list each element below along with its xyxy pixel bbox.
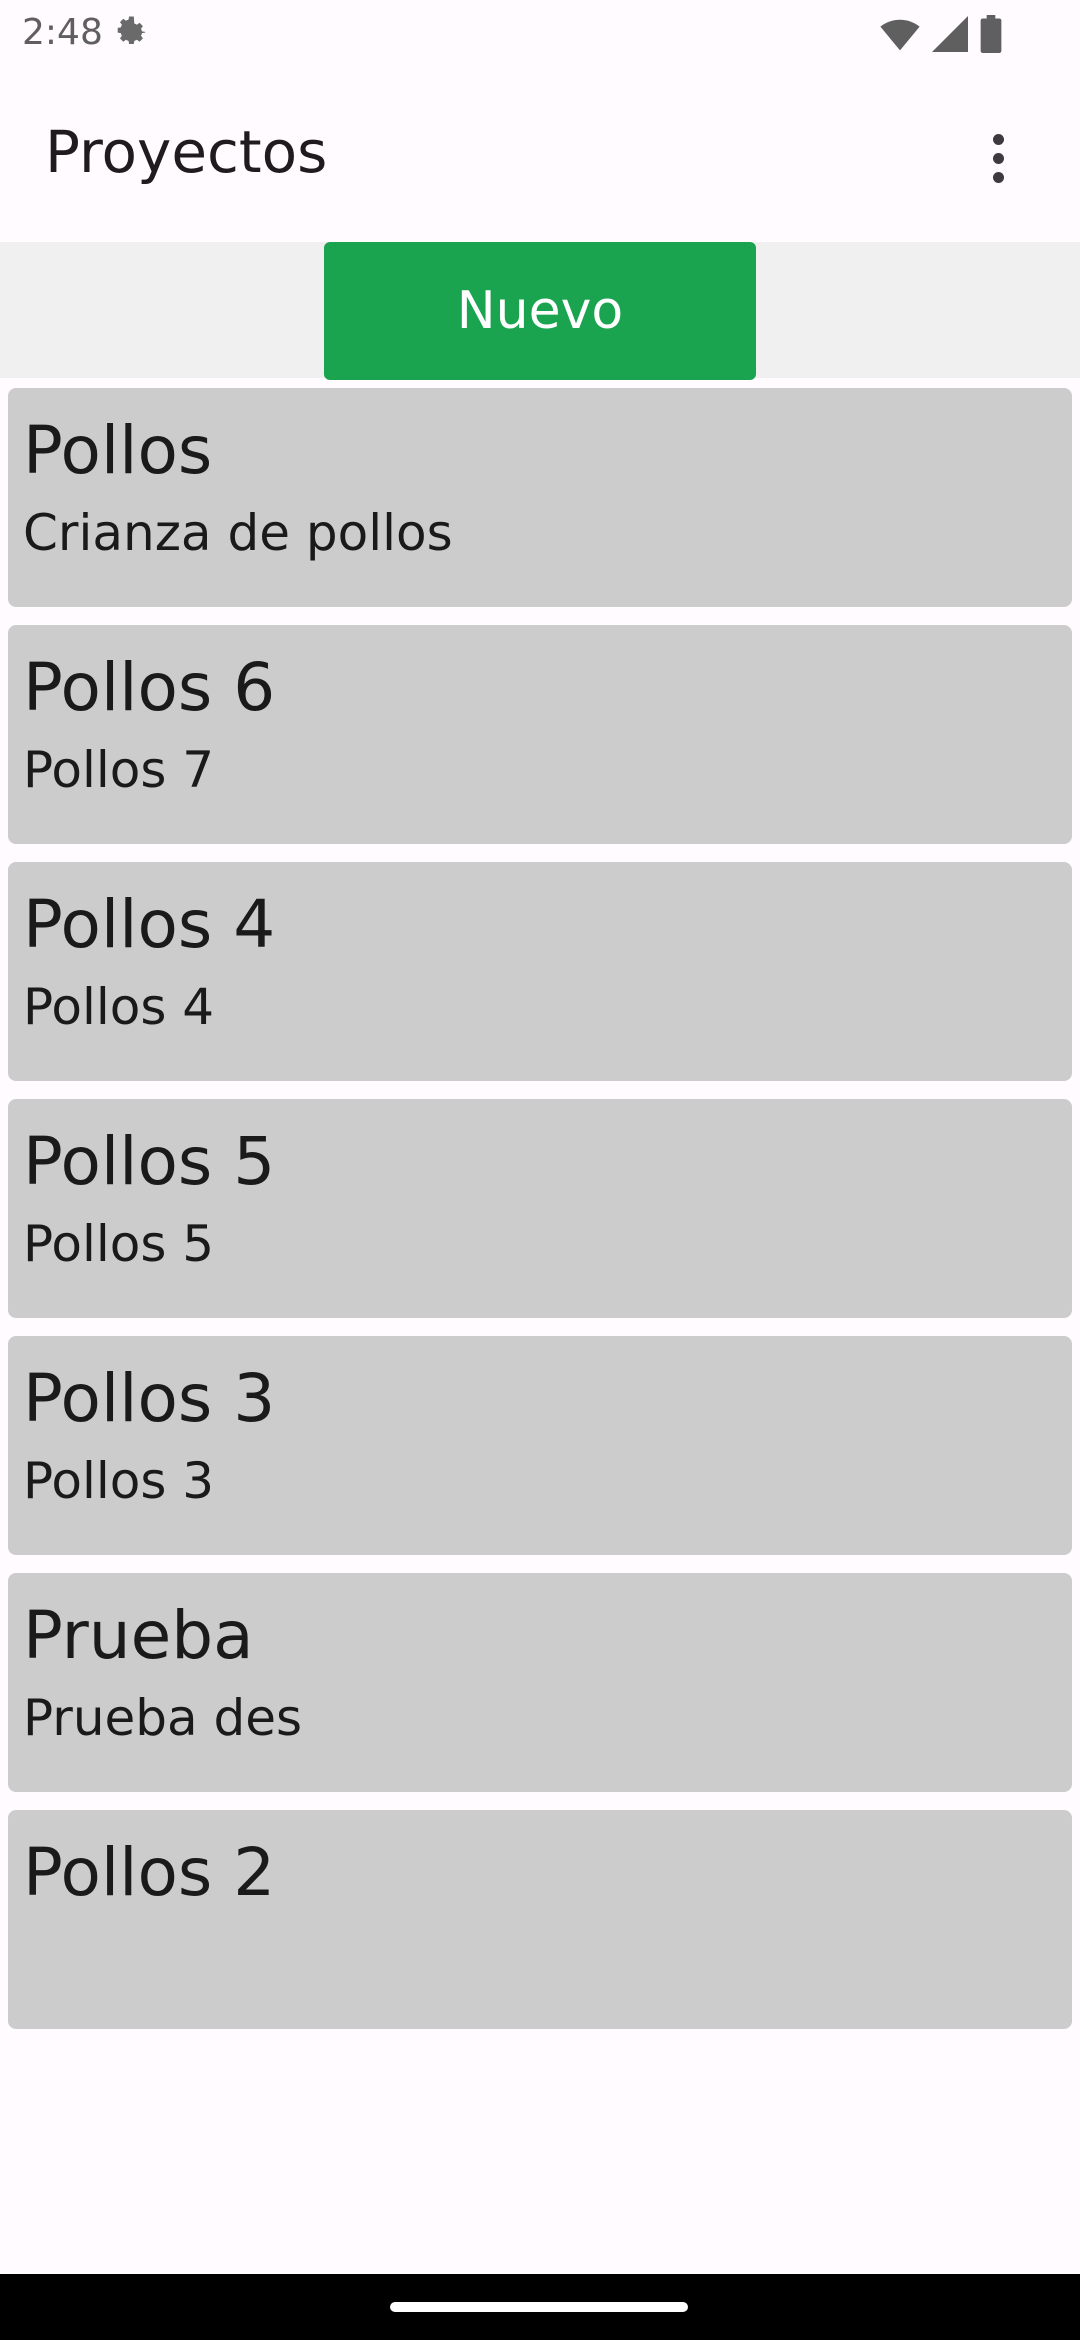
toolbar-strip: Nuevo xyxy=(0,242,1080,380)
project-card[interactable]: Pollos 4 Pollos 4 xyxy=(8,862,1072,1081)
project-card[interactable]: Pollos 5 Pollos 5 xyxy=(8,1099,1072,1318)
status-time: 2:48 xyxy=(22,12,103,53)
project-card[interactable]: Pollos 2 xyxy=(8,1810,1072,2029)
app-bar: Proyectos xyxy=(0,66,1080,242)
status-bar: 2:48 xyxy=(0,0,1080,66)
project-card[interactable]: Prueba Prueba des xyxy=(8,1573,1072,1792)
status-icons xyxy=(880,14,1002,54)
project-name: Pollos xyxy=(23,412,213,489)
project-name: Pollos 3 xyxy=(23,1360,276,1437)
more-vert-icon[interactable] xyxy=(968,122,1028,194)
menu-dot xyxy=(992,171,1004,183)
project-name: Prueba xyxy=(23,1597,254,1674)
project-name: Pollos 4 xyxy=(23,886,276,963)
project-name: Pollos 5 xyxy=(23,1123,276,1200)
menu-dot xyxy=(992,133,1004,145)
project-name: Pollos 6 xyxy=(23,649,276,726)
menu-dot xyxy=(992,152,1004,164)
project-description: Pollos 5 xyxy=(23,1215,215,1273)
project-list: Pollos Crianza de pollos Pollos 6 Pollos… xyxy=(8,388,1072,2047)
page-title: Proyectos xyxy=(45,118,328,186)
cell-signal-icon xyxy=(932,16,968,52)
navigation-bar xyxy=(0,2274,1080,2340)
project-description: Pollos 7 xyxy=(23,741,215,799)
project-description: Pollos 4 xyxy=(23,978,215,1036)
project-card[interactable]: Pollos 3 Pollos 3 xyxy=(8,1336,1072,1555)
project-card[interactable]: Pollos 6 Pollos 7 xyxy=(8,625,1072,844)
settings-gear-icon xyxy=(117,16,146,44)
new-project-button[interactable]: Nuevo xyxy=(324,242,756,380)
wifi-icon xyxy=(880,19,920,51)
home-gesture-handle[interactable] xyxy=(390,2302,688,2312)
project-description: Crianza de pollos xyxy=(23,504,453,562)
project-description: Pollos 3 xyxy=(23,1452,215,1510)
project-card[interactable]: Pollos Crianza de pollos xyxy=(8,388,1072,607)
project-description: Prueba des xyxy=(23,1689,303,1747)
battery-icon xyxy=(980,15,1002,53)
project-name: Pollos 2 xyxy=(23,1834,276,1911)
